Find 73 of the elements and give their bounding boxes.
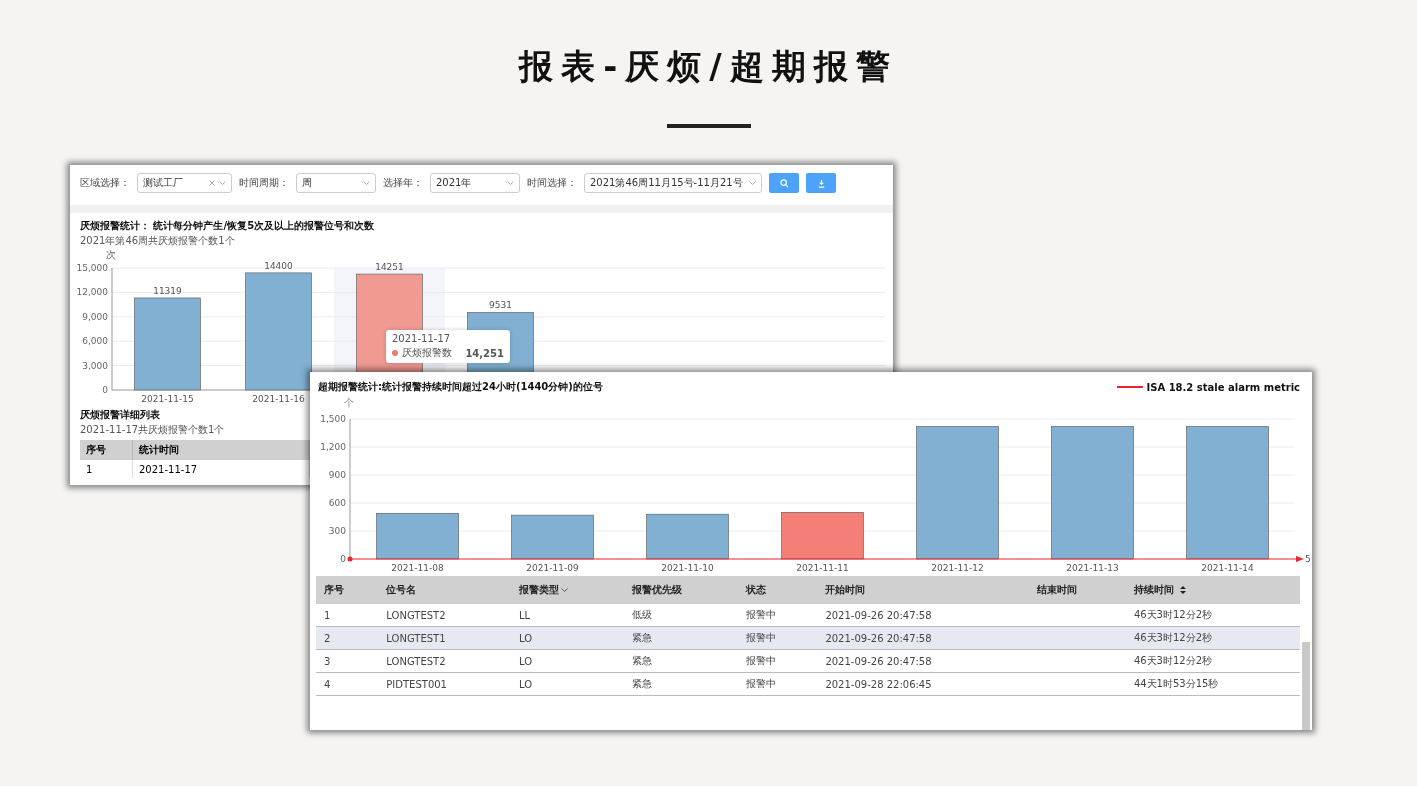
axis-unit: 次: [106, 249, 116, 260]
axis-category-label: 2021-11-14: [1201, 563, 1254, 573]
axis-tick-label: 3,000: [82, 360, 108, 371]
axis-tick-label: 0: [340, 554, 346, 564]
table-cell: 1: [80, 460, 133, 478]
download-icon: [816, 178, 826, 188]
search-button[interactable]: [769, 173, 799, 193]
table-row[interactable]: 4 PIDTEST001 LO 紧急 报警中 2021-09-28 22:06:45 44天1时53分15秒: [316, 672, 1300, 696]
axis-tick-label: 9,000: [82, 311, 108, 322]
axis-tick-label: 300: [328, 526, 346, 536]
table-subtitle: 2021-11-17共厌烦报警个数1个: [80, 423, 225, 437]
column-header[interactable]: 序号: [316, 576, 379, 604]
axis-category-label: 2021-11-11: [796, 563, 849, 573]
sort-icon[interactable]: [1179, 586, 1186, 594]
table-cell: 2021-11-17: [132, 460, 310, 478]
axis-tick-label: 900: [328, 470, 346, 480]
tooltip-value: 14,251: [465, 347, 504, 359]
data-label: 14400: [264, 260, 293, 271]
data-label: 9531: [489, 300, 512, 311]
axis-tick-label: 1,500: [320, 414, 346, 424]
axis-category-label: 2021-11-15: [141, 394, 194, 404]
data-label: 11319: [153, 285, 182, 296]
tooltip-series: 厌烦报警数: [402, 346, 452, 360]
column-header[interactable]: 报警优先级: [623, 576, 738, 604]
table-row[interactable]: 3 LONGTEST2 LO 紧急 报警中 2021-09-26 20:47:58 46天3时12分2秒: [316, 649, 1300, 673]
search-icon: [779, 178, 789, 188]
axis-category-label: 2021-11-12: [931, 563, 984, 573]
caret-icon: [507, 181, 514, 185]
data-label: 14251: [375, 262, 404, 273]
caret-icon: [363, 181, 370, 185]
scrollbar[interactable]: [1302, 642, 1310, 730]
column-header[interactable]: 结束时间: [1028, 576, 1126, 604]
axis-unit: 个: [344, 397, 354, 408]
select-field[interactable]: 2021年: [430, 173, 520, 193]
tooltip-title: 2021-11-17: [392, 333, 452, 344]
chart-title: 厌烦报警统计： 统计每分钟产生/恢复5次及以上的报警位号和次数: [80, 219, 375, 233]
axis-tick-label: 1,200: [320, 442, 346, 452]
axis-tick-label: 15,000: [76, 263, 108, 273]
chart-subtitle: 2021年第46周共厌烦报警个数1个: [80, 234, 235, 248]
select-field[interactable]: 测试工厂: [137, 173, 232, 193]
axis-category-label: 2021-11-09: [526, 563, 579, 573]
download-button[interactable]: [806, 173, 836, 193]
axis-category-label: 2021-11-10: [661, 563, 714, 573]
column-header: 序号: [80, 440, 133, 460]
axis-tick-label: 0: [102, 385, 108, 395]
table-row[interactable]: 1 LONGTEST2 LL 低级 报警中 2021-09-26 20:47:58 46天3时12分2秒: [316, 604, 1300, 627]
axis-tick-label: 6,000: [82, 336, 108, 347]
select-field[interactable]: 周: [296, 173, 376, 193]
column-header[interactable]: 持续时间: [1125, 576, 1300, 604]
chart-legend: ISA 18.2 stale alarm metric: [1116, 381, 1300, 393]
table-row[interactable]: 2 LONGTEST1 LO 紧急 报警中 2021-09-26 20:47:58 46天3时12分2秒: [316, 626, 1300, 650]
axis-end-label: 5: [1305, 554, 1310, 564]
axis-tick-label: 12,000: [76, 287, 108, 298]
select-field[interactable]: 2021第46周11月15号-11月21号: [584, 173, 762, 193]
filter-label: 时间周期：: [239, 176, 289, 190]
axis-tick-label: 600: [328, 498, 346, 508]
chart-title: 超期报警统计:统计报警持续时间超过24小时(1440分钟)的位号: [318, 380, 603, 394]
filter-label: 选择年：: [383, 176, 423, 190]
column-header[interactable]: 状态: [737, 576, 818, 604]
axis-category-label: 2021-11-16: [252, 394, 305, 404]
clear-icon[interactable]: [209, 180, 215, 186]
column-header[interactable]: 报警类型: [511, 576, 624, 604]
column-header[interactable]: 位号名: [378, 576, 511, 604]
column-header: 统计时间: [132, 440, 310, 460]
filter-label: 区域选择：: [80, 176, 130, 190]
axis-category-label: 2021-11-13: [1066, 563, 1119, 573]
table-title: 厌烦报警详细列表: [80, 408, 160, 422]
column-header[interactable]: 开始时间: [817, 576, 1029, 604]
axis-category-label: 2021-11-08: [391, 563, 444, 573]
page-title: 报表-厌烦/超期报警: [519, 45, 898, 88]
caret-icon: [749, 181, 756, 185]
caret-icon: [219, 181, 226, 185]
filter-label: 时间选择：: [527, 176, 577, 190]
